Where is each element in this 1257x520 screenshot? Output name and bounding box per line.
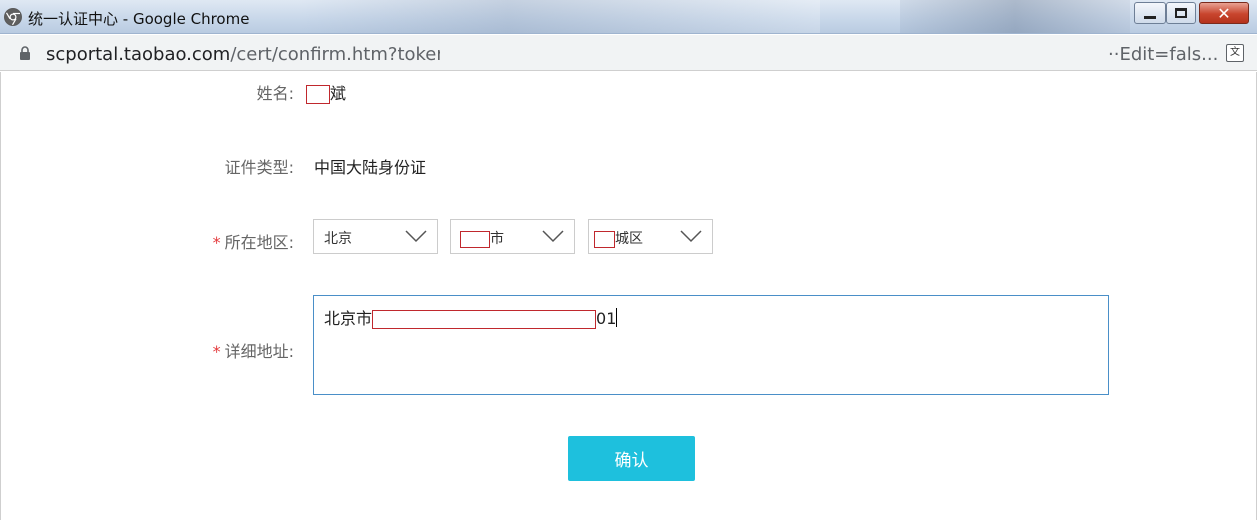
- province-select[interactable]: 北京: [313, 219, 438, 254]
- window-title: 统一认证中心 - Google Chrome: [28, 10, 250, 28]
- city-redaction: [460, 230, 490, 248]
- city-select-suffix: 市: [490, 231, 504, 247]
- chevron-down-icon: [680, 230, 702, 243]
- page-content: 姓名: 斌 证件类型: 中国大陆身份证 * 所在地区: 北京 市 城区 * 详细地址…: [0, 72, 1257, 520]
- address-label-text: 详细地址:: [224, 342, 294, 361]
- region-label-text: 所在地区:: [224, 233, 294, 252]
- minimize-icon: [1144, 15, 1156, 19]
- chevron-down-icon: [542, 230, 564, 243]
- address-bar[interactable]: scportal.taobao.com/cert/confirm.htm?tok…: [0, 35, 1257, 71]
- url-path: /cert/confirm.htm?token=: [230, 44, 463, 65]
- chevron-down-icon: [405, 230, 427, 243]
- address-redaction: [372, 310, 597, 329]
- close-icon: ✕: [1217, 3, 1231, 23]
- confirm-button[interactable]: 确认: [568, 436, 695, 481]
- required-mark: *: [212, 233, 221, 252]
- district-select-value: 城区: [594, 228, 643, 248]
- name-value-suffix: 斌: [330, 84, 347, 103]
- address-textarea[interactable]: 北京市 01: [313, 295, 1109, 395]
- city-select-value: 市: [460, 228, 504, 248]
- url-tail: ··Edit=fals...: [1108, 44, 1219, 65]
- window-titlebar[interactable]: 统一认证中心 - Google Chrome ✕: [0, 0, 1257, 34]
- close-button[interactable]: ✕: [1199, 2, 1249, 24]
- district-redaction: [594, 230, 615, 248]
- url-redaction: [440, 50, 1110, 60]
- text-caret: [616, 308, 618, 327]
- url-text[interactable]: scportal.taobao.com/cert/confirm.htm?tok…: [46, 44, 463, 65]
- district-select[interactable]: 城区: [588, 219, 713, 254]
- province-select-value: 北京: [324, 231, 352, 247]
- id-type-label: 证件类型:: [224, 158, 294, 177]
- maximize-button[interactable]: [1166, 2, 1196, 24]
- id-type-value: 中国大陆身份证: [314, 158, 427, 177]
- city-select[interactable]: 市: [450, 219, 575, 254]
- titlebar-background-shade: [900, 0, 1130, 33]
- required-mark: *: [212, 342, 221, 361]
- translate-icon[interactable]: 文: [1226, 44, 1244, 62]
- region-label: * 所在地区:: [114, 229, 294, 253]
- address-label: * 详细地址:: [114, 338, 294, 362]
- name-redaction: [306, 85, 330, 104]
- address-suffix: 01: [596, 309, 617, 328]
- maximize-icon: [1175, 8, 1187, 18]
- lock-icon: [20, 46, 30, 60]
- name-value: 斌: [306, 80, 346, 104]
- district-select-suffix: 城区: [615, 231, 643, 247]
- address-prefix: 北京市: [324, 309, 373, 328]
- url-host: scportal.taobao.com: [46, 44, 231, 65]
- name-label: 姓名:: [256, 84, 294, 103]
- address-text: 北京市 01: [324, 305, 618, 329]
- minimize-button[interactable]: [1134, 2, 1166, 24]
- titlebar-background: [300, 0, 820, 33]
- chrome-icon: [4, 8, 22, 26]
